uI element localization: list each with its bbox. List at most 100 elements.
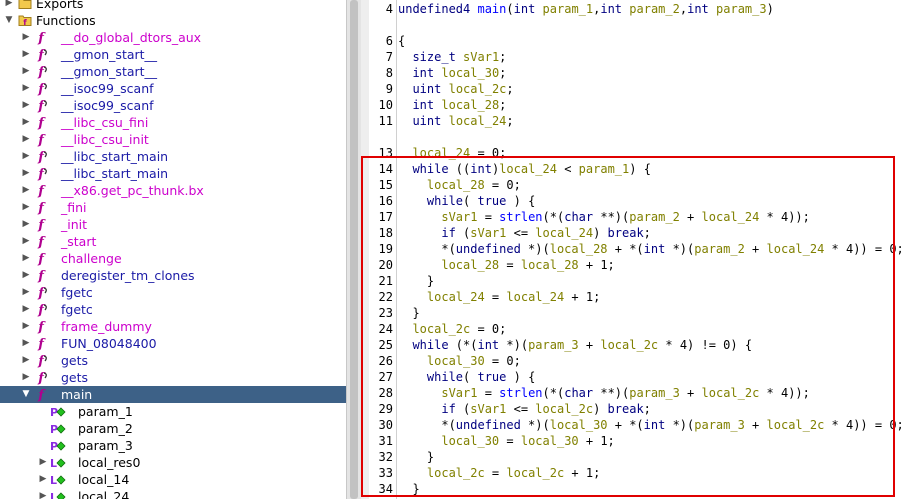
expand-arrow-icon[interactable]: ▶ [21, 284, 31, 301]
expand-arrow-icon[interactable]: ▶ [21, 63, 31, 80]
tree-item[interactable]: ▶ f __isoc99_scanf [0, 80, 346, 97]
tree-item[interactable]: ▶ f __gmon_start__ [0, 63, 346, 80]
code-line[interactable]: uint local_2c; [398, 82, 513, 96]
function-icon: f [35, 30, 49, 46]
code-line[interactable]: local_28 = local_28 + 1; [398, 258, 614, 272]
code-line[interactable]: while( true ) { [398, 194, 535, 208]
code-line[interactable]: while ((int)local_24 < param_1) { [398, 162, 650, 176]
tree-item[interactable]: ▶ Llocal_res0 [0, 454, 346, 471]
expand-arrow-icon[interactable]: ▶ [21, 318, 31, 335]
tree-item[interactable]: ▶ f frame_dummy [0, 318, 346, 335]
tree-item[interactable]: ▶ f __do_global_dtors_aux [0, 29, 346, 46]
decompiler-panel[interactable]: 4 6 7 8 9 10 11 13 14 15 16 17 18 19 20 21 22 23 24 25 26 27 2… [369, 0, 907, 499]
tree-item[interactable]: ▶ f __libc_csu_init [0, 131, 346, 148]
code-line[interactable]: if (sVar1 <= local_2c) break; [398, 402, 651, 416]
tree-item[interactable]: ▶ f __gmon_start__ [0, 46, 346, 63]
expand-arrow-icon[interactable]: ▶ [21, 216, 31, 233]
expand-arrow-icon[interactable]: ▶ [21, 267, 31, 284]
tree-item[interactable]: ▶ Llocal_24 [0, 488, 346, 499]
tree-item-label: Exports [36, 0, 84, 11]
code-line[interactable]: local_30 = 0; [398, 354, 521, 368]
code-line[interactable]: int local_28; [398, 98, 506, 112]
tree-item[interactable]: ▶ f fgetc [0, 284, 346, 301]
expand-arrow-icon[interactable]: ▶ [21, 46, 31, 63]
expand-arrow-icon[interactable]: ▶ [21, 165, 31, 182]
expand-arrow-icon[interactable]: ▶ [21, 199, 31, 216]
collapse-arrow-icon[interactable]: ▼ [21, 386, 31, 403]
expand-arrow-icon[interactable]: ▶ [21, 335, 31, 352]
expand-arrow-icon[interactable]: ▶ [21, 29, 31, 46]
code-line[interactable]: sVar1 = strlen(*(char **)(param_2 + loca… [398, 210, 810, 224]
tree-item[interactable]: ▶ f gets [0, 352, 346, 369]
scrollbar-thumb[interactable] [350, 0, 358, 499]
code-line[interactable]: } [398, 274, 434, 288]
expand-arrow-icon[interactable]: ▶ [21, 250, 31, 267]
code-line[interactable]: sVar1 = strlen(*(char **)(param_3 + loca… [398, 386, 810, 400]
expand-arrow-icon[interactable]: ▶ [21, 369, 31, 386]
collapse-arrow-icon[interactable]: ▼ [4, 12, 14, 29]
code-line[interactable]: local_28 = 0; [398, 178, 521, 192]
expand-arrow-icon[interactable]: ▶ [21, 114, 31, 131]
tree-item[interactable]: ▶ f _init [0, 216, 346, 233]
tree-item[interactable]: ▶ f fgetc [0, 301, 346, 318]
tree-item[interactable]: ▶ f challenge [0, 250, 346, 267]
code-line[interactable]: } [398, 306, 419, 320]
tree-item-label: Functions [36, 13, 96, 28]
code-line[interactable]: while( true ) { [398, 370, 535, 384]
tree-item[interactable]: ▼ f main [0, 386, 346, 403]
tree-item[interactable]: ▶ Llocal_14 [0, 471, 346, 488]
tree-item[interactable]: ▶ f __libc_start_main [0, 148, 346, 165]
code-line[interactable]: *(undefined *)(local_30 + *(int *)(param… [398, 418, 903, 432]
tree-item[interactable]: ▶ f _start [0, 233, 346, 250]
code-line[interactable]: if (sVar1 <= local_24) break; [398, 226, 651, 240]
expand-arrow-icon[interactable]: ▶ [21, 131, 31, 148]
code-line[interactable]: } [398, 482, 419, 496]
tree-item-label: __do_global_dtors_aux [61, 30, 202, 45]
tree-item[interactable]: ▶ f __libc_start_main [0, 165, 346, 182]
code-line[interactable]: int local_30; [398, 66, 506, 80]
code-line[interactable]: local_2c = local_2c + 1; [398, 466, 600, 480]
code-line[interactable]: size_t sVar1; [398, 50, 506, 64]
tree-item[interactable]: ▶ f FUN_08048400 [0, 335, 346, 352]
expand-arrow-icon[interactable]: ▶ [21, 97, 31, 114]
tree-item[interactable]: Pparam_2 [0, 420, 346, 437]
code-line[interactable]: local_24 = local_24 + 1; [398, 290, 600, 304]
code-line[interactable]: local_24 = 0; [398, 146, 506, 160]
code-line[interactable]: *(undefined *)(local_28 + *(int *)(param… [398, 242, 903, 256]
code-line[interactable]: while (*(int *)(param_3 + local_2c * 4) … [398, 338, 752, 352]
expand-arrow-icon[interactable]: ▶ [4, 0, 14, 12]
expand-arrow-icon[interactable]: ▶ [21, 233, 31, 250]
expand-arrow-icon[interactable]: ▶ [21, 301, 31, 318]
line-number: 7 [385, 50, 393, 64]
panel-divider[interactable] [361, 0, 369, 499]
tree-item[interactable]: ▶ Exports [0, 0, 346, 12]
svg-text:f: f [23, 18, 27, 27]
code-line[interactable]: local_2c = 0; [398, 322, 506, 336]
tree-item[interactable]: ▶ f _fini [0, 199, 346, 216]
symbol-tree-scrollbar[interactable] [346, 0, 361, 499]
tree-item[interactable]: Pparam_3 [0, 437, 346, 454]
expand-arrow-icon[interactable]: ▶ [21, 352, 31, 369]
tree-item[interactable]: ▶ f __isoc99_scanf [0, 97, 346, 114]
code-line[interactable]: } [398, 450, 434, 464]
expand-arrow-icon[interactable]: ▶ [21, 182, 31, 199]
code-line[interactable]: { [398, 34, 405, 48]
tree-item-label: __x86.get_pc_thunk.bx [61, 183, 204, 198]
expand-arrow-icon[interactable]: ▶ [21, 148, 31, 165]
line-number: 10 [378, 98, 393, 112]
tree-item[interactable]: ▶ f deregister_tm_clones [0, 267, 346, 284]
expand-arrow-icon[interactable]: ▶ [38, 454, 48, 471]
line-number: 9 [385, 82, 393, 96]
tree-item[interactable]: ▶ f __x86.get_pc_thunk.bx [0, 182, 346, 199]
expand-arrow-icon[interactable]: ▶ [38, 471, 48, 488]
tree-item[interactable]: ▼ f Functions [0, 12, 346, 29]
tree-item[interactable]: ▶ f gets [0, 369, 346, 386]
code-line[interactable]: undefined4 main(int param_1,int param_2,… [398, 2, 774, 16]
expand-arrow-icon[interactable]: ▶ [38, 488, 48, 499]
symbol-tree-panel[interactable]: ▶ Exports ▼ f Functions ▶ f __do_global_dtors_a… [0, 0, 346, 499]
expand-arrow-icon[interactable]: ▶ [21, 80, 31, 97]
code-line[interactable]: local_30 = local_30 + 1; [398, 434, 614, 448]
tree-item[interactable]: ▶ f __libc_csu_fini [0, 114, 346, 131]
code-line[interactable]: uint local_24; [398, 114, 513, 128]
tree-item[interactable]: Pparam_1 [0, 403, 346, 420]
